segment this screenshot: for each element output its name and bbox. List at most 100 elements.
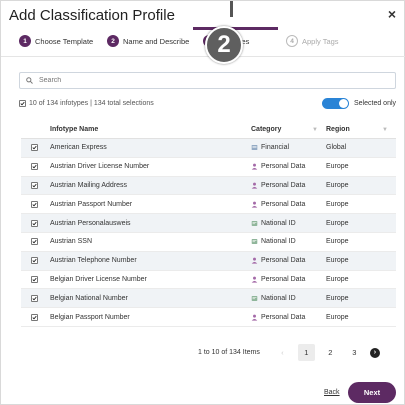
person-icon — [251, 163, 258, 170]
person-icon — [251, 257, 258, 264]
step-number: 4 — [286, 35, 298, 47]
step-choose-template[interactable]: 1 Choose Template — [19, 35, 93, 47]
infotype-category-label: National ID — [261, 219, 296, 227]
column-header-category[interactable]: Category ▼ — [251, 126, 326, 133]
select-all-checkbox[interactable] — [19, 100, 26, 107]
column-header-region[interactable]: Region ▼ — [326, 126, 396, 133]
step-name-and-describe[interactable]: 2 Name and Describe — [107, 35, 189, 47]
infotype-category-label: Personal Data — [261, 257, 306, 265]
callout-badge: 2 — [205, 26, 243, 64]
table-row[interactable]: Austrian Personalausweis National ID Europ… — [21, 214, 396, 233]
infotype-category-label: Personal Data — [261, 163, 306, 171]
search-icon — [26, 77, 33, 84]
infotype-category: Personal Data — [251, 314, 326, 321]
infotype-region: Europe — [326, 294, 349, 302]
infotype-category: National ID — [251, 238, 326, 245]
table-row[interactable]: Belgian Driver License Number Personal Da… — [21, 271, 396, 290]
infotype-category-label: National ID — [261, 238, 296, 246]
table-row[interactable]: Belgian National Number National ID Europe — [21, 289, 396, 309]
column-header-infotype-name[interactable]: Infotype Name — [50, 126, 251, 133]
table-row[interactable]: Austrian SSN National ID Europe — [21, 233, 396, 252]
table-row[interactable]: Austrian Passport Number Personal Data Eur… — [21, 195, 396, 215]
selected-only-toggle[interactable] — [322, 98, 349, 109]
row-checkbox-cell — [21, 313, 50, 321]
page-1-button[interactable]: 1 — [297, 344, 315, 361]
filter-icon[interactable]: ▼ — [382, 127, 388, 133]
check-icon — [31, 259, 37, 263]
check-icon — [31, 277, 37, 282]
infotypes-table: Infotype Name Category ▼ Region ▼ Americ… — [21, 121, 396, 327]
step-label: Choose Template — [35, 36, 94, 46]
table-row[interactable]: Austrian Telephone Number Personal Data Eu… — [21, 251, 396, 271]
infotype-name: Austrian Telephone Number — [50, 257, 137, 265]
row-checkbox[interactable] — [30, 181, 38, 189]
row-checkbox-cell — [21, 181, 50, 189]
person-icon — [251, 276, 258, 283]
check-icon — [31, 240, 37, 244]
search-box[interactable] — [19, 72, 396, 89]
wizard-steps: 1 Choose Template 2 Name and Describe 3 … — [1, 27, 405, 57]
check-icon — [31, 183, 37, 188]
search-input[interactable] — [39, 77, 369, 84]
check-icon — [31, 165, 37, 169]
infotype-name: Austrian SSN — [50, 238, 93, 246]
infotype-region: Europe — [326, 275, 349, 283]
row-checkbox[interactable] — [30, 294, 38, 302]
infotype-name: Austrian Passport Number — [50, 200, 133, 208]
table-row[interactable]: American Express Financial Global — [21, 139, 396, 158]
back-link[interactable]: Back — [324, 389, 340, 396]
infotype-category-label: Personal Data — [261, 313, 306, 321]
column-header-category-label: Category — [251, 126, 282, 133]
page-3-button[interactable]: 3 — [346, 344, 363, 361]
table-row[interactable]: Austrian Driver License Number Personal D… — [21, 158, 396, 177]
table-row[interactable]: Austrian Mailing Address Personal Data Eur… — [21, 176, 396, 196]
infotype-name: Austrian Mailing Address — [50, 181, 128, 189]
row-checkbox[interactable] — [30, 144, 38, 152]
step-label: Name and Describe — [123, 36, 190, 46]
infotype-name: American Express — [50, 144, 107, 152]
dialog-title: Add Classification Profile — [9, 7, 175, 24]
row-checkbox[interactable] — [30, 200, 38, 208]
infotype-category: Personal Data — [251, 182, 326, 189]
next-button[interactable]: Next — [348, 382, 396, 403]
callout-pointer-line — [230, 1, 233, 17]
id-card-icon — [251, 295, 258, 302]
row-checkbox-cell — [21, 294, 50, 302]
row-checkbox[interactable] — [30, 238, 38, 246]
check-icon — [31, 315, 37, 319]
page-2-button[interactable]: 2 — [322, 344, 339, 361]
row-checkbox[interactable] — [30, 163, 38, 171]
selection-summary-text: 10 of 134 infotypes | 134 total selectio… — [29, 100, 154, 107]
table-body: American Express Financial Global Austrian … — [21, 139, 396, 327]
infotype-category: Personal Data — [251, 257, 326, 264]
infotype-category-label: Personal Data — [261, 275, 306, 283]
infotype-region: Europe — [326, 181, 349, 189]
row-checkbox[interactable] — [30, 257, 38, 265]
step-label: Apply Tags — [302, 36, 339, 46]
prev-page-button[interactable]: ‹ — [274, 344, 291, 361]
infotype-name: Belgian National Number — [50, 294, 128, 302]
bank-icon — [251, 144, 258, 151]
infotype-region: Europe — [326, 219, 349, 227]
table-header: Infotype Name Category ▼ Region ▼ — [21, 121, 396, 139]
infotype-name: Belgian Driver License Number — [50, 275, 147, 283]
check-icon — [31, 202, 37, 207]
id-card-icon — [251, 238, 258, 245]
filter-icon[interactable]: ▼ — [312, 127, 318, 133]
row-checkbox-cell — [21, 275, 50, 283]
row-checkbox-cell — [21, 219, 50, 227]
infotype-region: Europe — [326, 200, 349, 208]
next-page-icon[interactable]: › — [369, 347, 380, 358]
id-card-icon — [251, 220, 258, 227]
table-row[interactable]: Belgian Passport Number Personal Data Euro… — [21, 308, 396, 327]
close-icon[interactable]: × — [388, 6, 396, 22]
row-checkbox-cell — [21, 144, 50, 152]
row-checkbox[interactable] — [30, 219, 38, 227]
row-checkbox[interactable] — [30, 313, 38, 321]
step-apply-tags[interactable]: 4 Apply Tags — [286, 35, 339, 47]
infotype-category: National ID — [251, 220, 326, 227]
pagination-info: 1 to 10 of 134 Items — [198, 349, 260, 356]
row-checkbox[interactable] — [30, 275, 38, 283]
check-icon — [20, 101, 25, 106]
infotype-region: Europe — [326, 163, 349, 171]
